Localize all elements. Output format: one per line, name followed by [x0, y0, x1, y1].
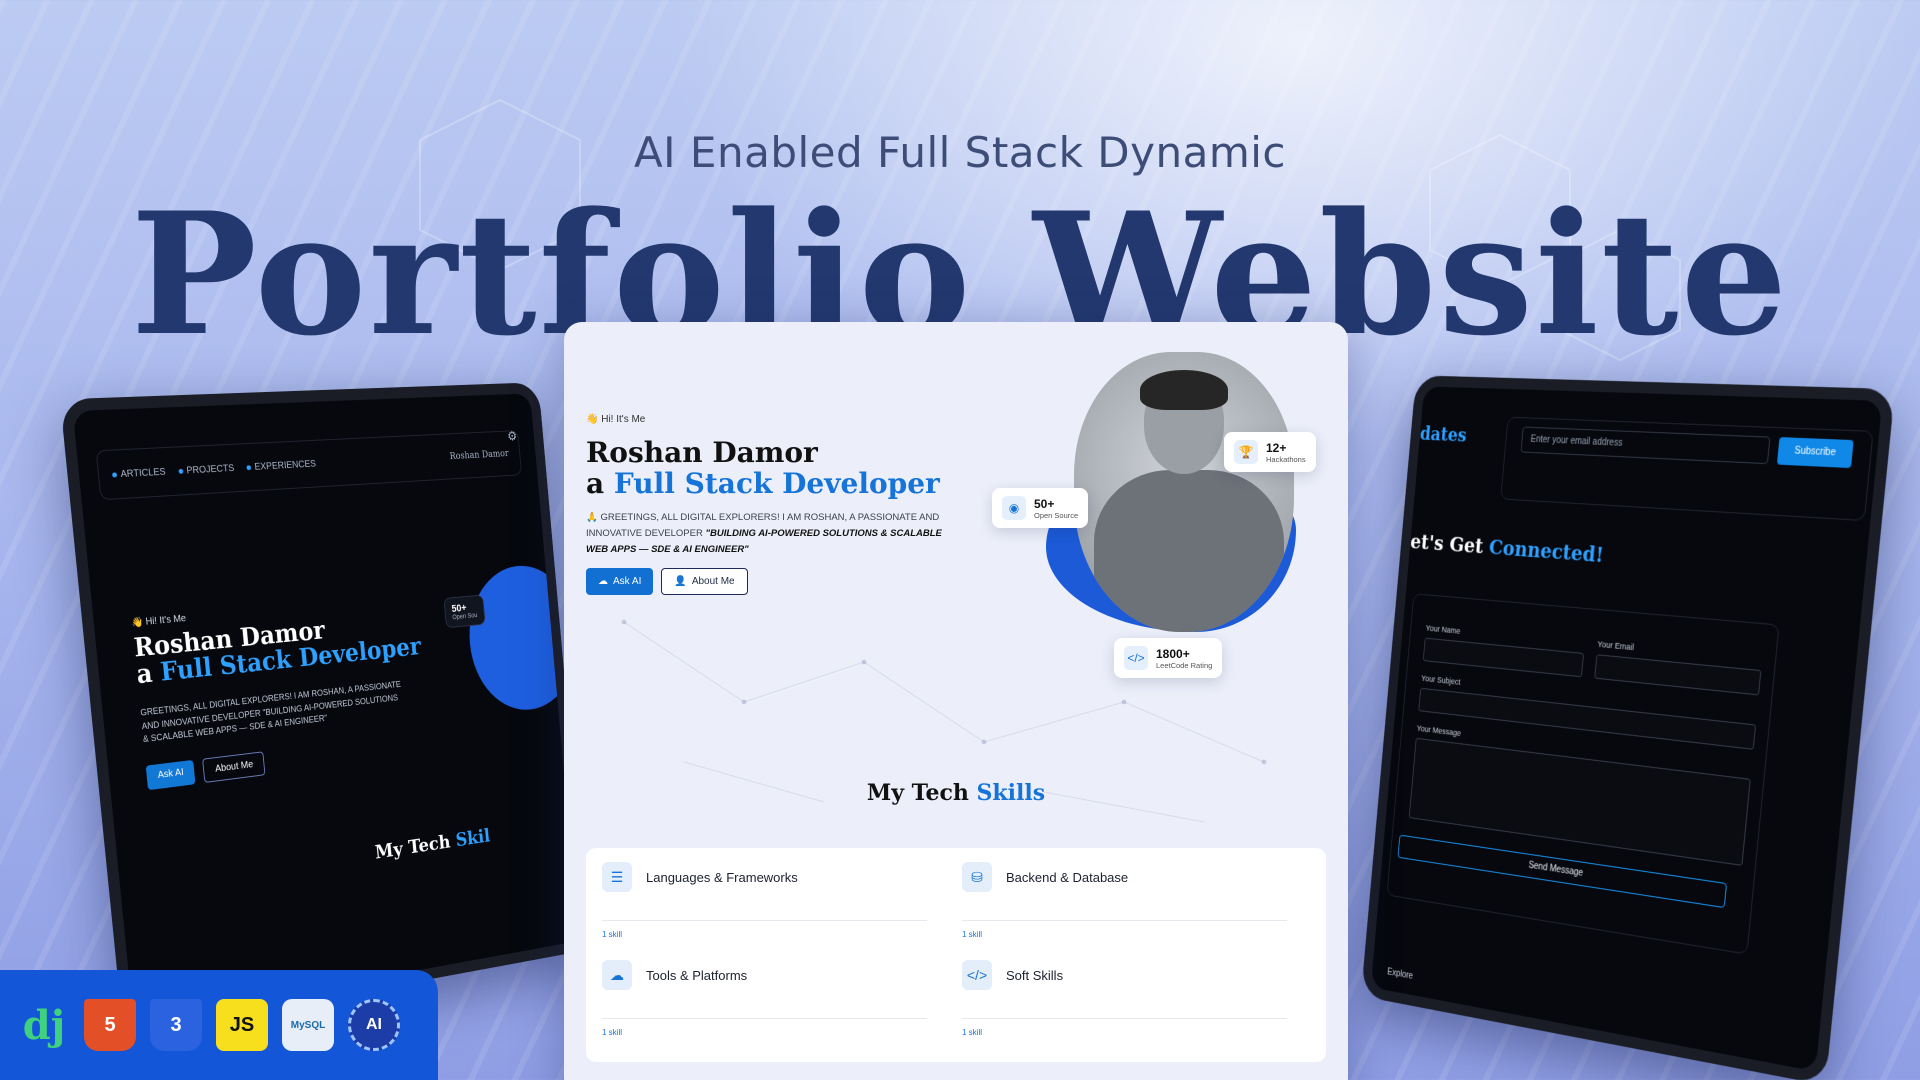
javascript-icon: JS	[216, 999, 268, 1051]
skills-heading: My Tech Skills	[866, 780, 1046, 806]
leetcode-card: </> 1800+ LeetCode Rating	[1114, 638, 1223, 678]
nav-articles[interactable]: ARTICLES	[111, 466, 166, 480]
nav-experiences[interactable]: EXPERIENCES	[246, 458, 316, 472]
brand-logo[interactable]: Roshan Damor	[449, 448, 509, 461]
skill-category-languages[interactable]: ☰ Languages & Frameworks 1 skill	[586, 848, 927, 944]
hero-name: Roshan Damor a Full Stack Developer	[586, 436, 940, 500]
cloud-upload-icon: ☁	[602, 960, 632, 990]
nav-projects[interactable]: PROJECTS	[178, 463, 235, 477]
greeting-text: 👋 Hi! It's Me	[131, 613, 187, 629]
database-icon: ⛁	[962, 862, 992, 892]
hero-description: GREETINGS, ALL DIGITAL EXPLORERS! I AM R…	[139, 679, 402, 745]
subscribe-button[interactable]: Subscribe	[1776, 437, 1854, 469]
tech-stack-bar: dj 5 3 JS MySQL AI	[0, 970, 438, 1080]
ask-ai-button[interactable]: ☁ Ask AI	[586, 568, 654, 595]
code-icon: </>	[1124, 646, 1148, 670]
ai-chip-icon: AI	[348, 999, 400, 1051]
skills-grid: ☰ Languages & Frameworks 1 skill ⛁ Backe…	[586, 848, 1326, 1062]
skill-category-backend[interactable]: ⛁ Backend & Database 1 skill	[946, 848, 1287, 944]
ask-ai-button[interactable]: Ask AI	[145, 759, 196, 791]
open-source-card: ◉ 50+ Open Source	[992, 488, 1089, 528]
gear-icon[interactable]: ⚙	[507, 428, 518, 444]
connect-heading: et's Get Connected!	[1409, 530, 1605, 568]
hero-description: 🙏 GREETINGS, ALL DIGITAL EXPLORERS! I AM…	[586, 512, 942, 556]
right-dark-mockup: dates Enter your email address Subscribe…	[1360, 375, 1896, 1080]
django-icon: dj	[22, 1001, 66, 1049]
left-dark-mockup: ARTICLES PROJECTS EXPERIENCES Roshan Dam…	[59, 382, 589, 1036]
footer-explore: Explore	[1386, 967, 1414, 982]
github-icon: ◉	[1002, 496, 1026, 520]
updates-heading: dates	[1419, 422, 1468, 447]
profile-photo	[1074, 352, 1294, 632]
about-me-button[interactable]: 👤 About Me	[661, 568, 748, 595]
center-light-mockup: 👋 Hi! It's Me Roshan Damor a Full Stack …	[564, 322, 1348, 1080]
skill-category-tools[interactable]: ☁ Tools & Platforms 1 skill	[586, 946, 927, 1042]
about-me-button[interactable]: About Me	[202, 751, 266, 783]
headline-subtitle: AI Enabled Full Stack Dynamic	[633, 128, 1287, 177]
html5-icon: 5	[84, 999, 136, 1051]
open-source-badge: 50+ Open Sou	[443, 594, 486, 629]
left-navbar: ARTICLES PROJECTS EXPERIENCES Roshan Dam…	[95, 430, 523, 501]
skills-heading: My Tech Skil	[374, 824, 491, 864]
mysql-icon: MySQL	[282, 999, 334, 1051]
skill-category-soft[interactable]: </> Soft Skills 1 skill	[946, 946, 1287, 1042]
server-icon: ☰	[602, 862, 632, 892]
trophy-icon: 🏆	[1234, 440, 1258, 464]
cloud-icon: ☁	[598, 576, 608, 587]
greeting-text: 👋 Hi! It's Me	[586, 414, 646, 425]
hackathons-card: 🏆 12+ Hackathons	[1224, 432, 1316, 472]
code-icon: </>	[962, 960, 992, 990]
css3-icon: 3	[150, 999, 202, 1051]
user-icon: 👤	[674, 576, 687, 587]
